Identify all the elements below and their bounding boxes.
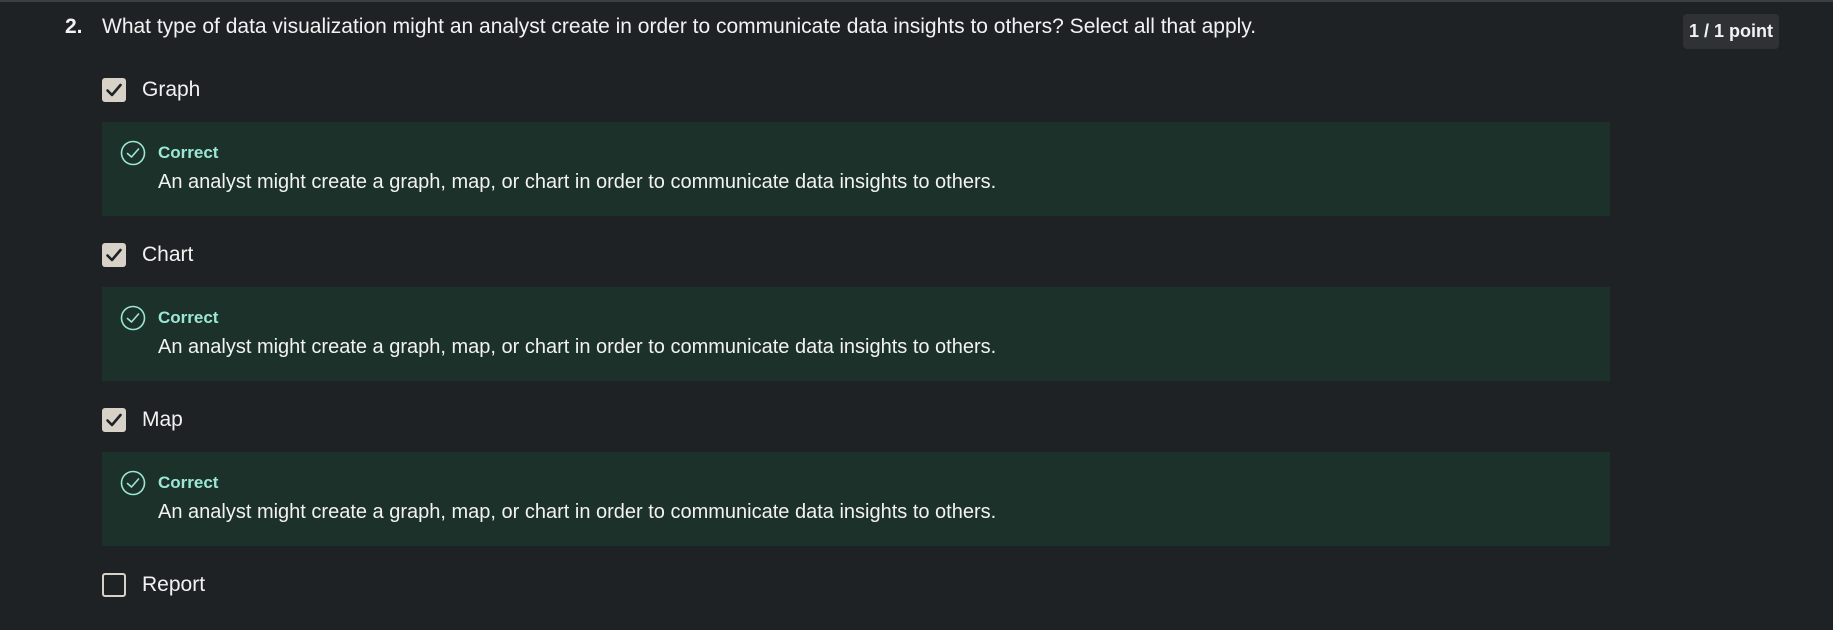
feedback-text: An analyst might create a graph, map, or… bbox=[158, 171, 997, 193]
option-label: Graph bbox=[142, 78, 201, 101]
checkmark-icon bbox=[106, 83, 122, 97]
feedback-status: Correct bbox=[158, 143, 219, 162]
option-label: Report bbox=[142, 573, 206, 596]
option-map[interactable]: Map bbox=[102, 406, 183, 434]
option-report[interactable]: Report bbox=[102, 571, 205, 599]
question-block: 2. What type of data visualization might… bbox=[0, 0, 1833, 630]
option-graph[interactable]: Graph bbox=[102, 76, 200, 104]
checkbox-checked[interactable] bbox=[102, 243, 126, 267]
question-number: 2. bbox=[65, 15, 83, 38]
checkmark-icon bbox=[106, 248, 122, 262]
feedback-status: Correct bbox=[158, 308, 219, 327]
feedback-correct: Correct An analyst might create a graph,… bbox=[102, 452, 1610, 546]
feedback-correct: Correct An analyst might create a graph,… bbox=[102, 287, 1610, 381]
check-circle-icon bbox=[120, 140, 146, 166]
checkbox-checked[interactable] bbox=[102, 78, 126, 102]
checkbox-unchecked[interactable] bbox=[102, 573, 126, 597]
option-label: Chart bbox=[142, 243, 194, 266]
feedback-correct: Correct An analyst might create a graph,… bbox=[102, 122, 1610, 216]
feedback-status: Correct bbox=[158, 473, 219, 492]
check-circle-icon bbox=[120, 305, 146, 331]
checkmark-icon bbox=[106, 413, 122, 427]
option-chart[interactable]: Chart bbox=[102, 241, 193, 269]
points-badge: 1 / 1 point bbox=[1683, 14, 1780, 49]
option-label: Map bbox=[142, 408, 183, 431]
feedback-text: An analyst might create a graph, map, or… bbox=[158, 336, 997, 358]
question-text: What type of data visualization might an… bbox=[102, 15, 1257, 38]
feedback-text: An analyst might create a graph, map, or… bbox=[158, 501, 997, 523]
checkbox-checked[interactable] bbox=[102, 408, 126, 432]
check-circle-icon bbox=[120, 470, 146, 496]
